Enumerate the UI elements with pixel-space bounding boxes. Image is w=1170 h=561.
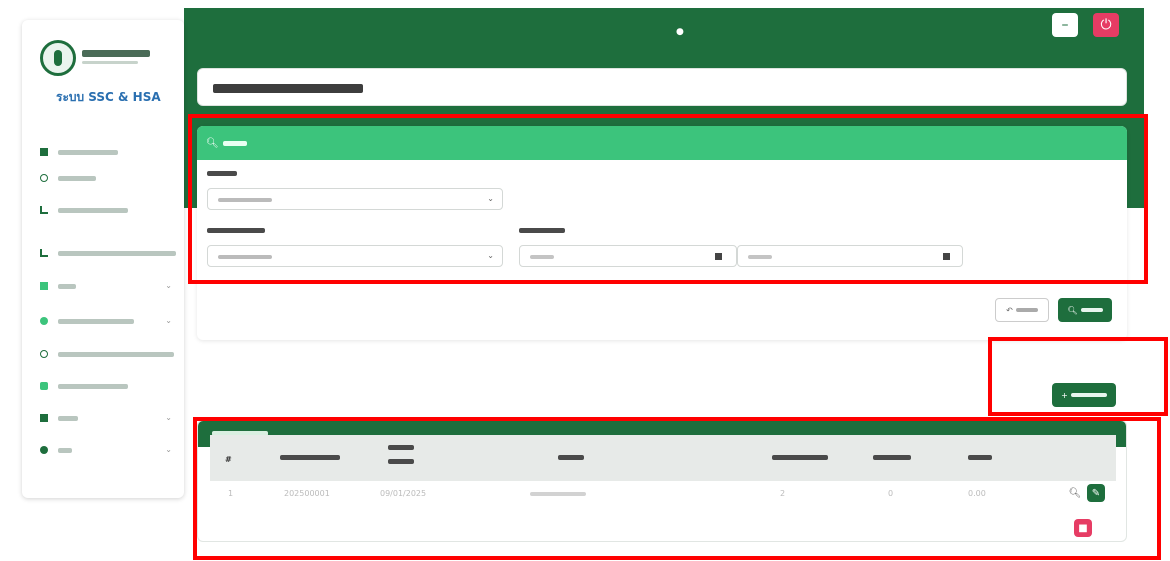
sidebar-item-7[interactable]	[40, 346, 176, 362]
user-info: ●	[676, 27, 684, 37]
wrench-icon	[40, 317, 48, 325]
reset-button[interactable]: ↶	[995, 298, 1049, 322]
chevron-down-icon: ⌄	[165, 445, 172, 454]
user-icon: ●	[676, 27, 684, 37]
sidebar-item-10[interactable]: ⌄	[40, 442, 176, 458]
page-title-card	[197, 68, 1127, 106]
undo-icon: ↶	[1006, 305, 1013, 315]
sidebar-item-6[interactable]: ⌄	[40, 313, 176, 329]
highlight-search-box	[188, 114, 1148, 284]
square-icon	[40, 414, 48, 422]
logo-icon	[40, 40, 76, 76]
sidebar-item-2[interactable]	[40, 170, 176, 186]
chart-icon	[40, 206, 48, 214]
sidebar-item-3[interactable]	[40, 202, 176, 218]
sidebar-item-5[interactable]: ⌄	[40, 278, 176, 294]
sidebar-item-8[interactable]	[40, 378, 176, 394]
search-icon: 🔍︎	[1067, 305, 1078, 315]
power-button[interactable]: ⏻	[1093, 13, 1119, 37]
sidebar-item-9[interactable]: ⌄	[40, 410, 176, 426]
app-page: ● – ⏻ ระบบ SSC & HSA ⌄ ⌄ ⌄ ⌄ 🔍︎ ⌄ ⌄ ↶ 🔍︎…	[0, 0, 1170, 561]
sidebar-item-1[interactable]	[40, 144, 176, 160]
logo-wordmark	[82, 50, 150, 57]
highlight-add-button	[988, 337, 1168, 416]
minimize-button[interactable]: –	[1052, 13, 1078, 37]
globe-icon	[40, 350, 48, 358]
square-icon	[40, 148, 48, 156]
sidebar: ระบบ SSC & HSA ⌄ ⌄ ⌄ ⌄	[22, 20, 184, 498]
gauge-icon	[40, 174, 48, 182]
search-button[interactable]: 🔍︎	[1058, 298, 1112, 322]
chevron-down-icon: ⌄	[165, 281, 172, 290]
highlight-table	[193, 417, 1161, 560]
sidebar-item-4[interactable]	[40, 245, 176, 261]
brand-name: ระบบ SSC & HSA	[56, 90, 161, 104]
chart-icon	[40, 249, 48, 257]
page-title-text	[213, 84, 363, 93]
chevron-down-icon: ⌄	[165, 316, 172, 325]
user-icon	[40, 382, 48, 390]
gear-icon	[40, 446, 48, 454]
folder-icon	[40, 282, 48, 290]
chevron-down-icon: ⌄	[165, 413, 172, 422]
logo-tagline	[82, 61, 138, 64]
